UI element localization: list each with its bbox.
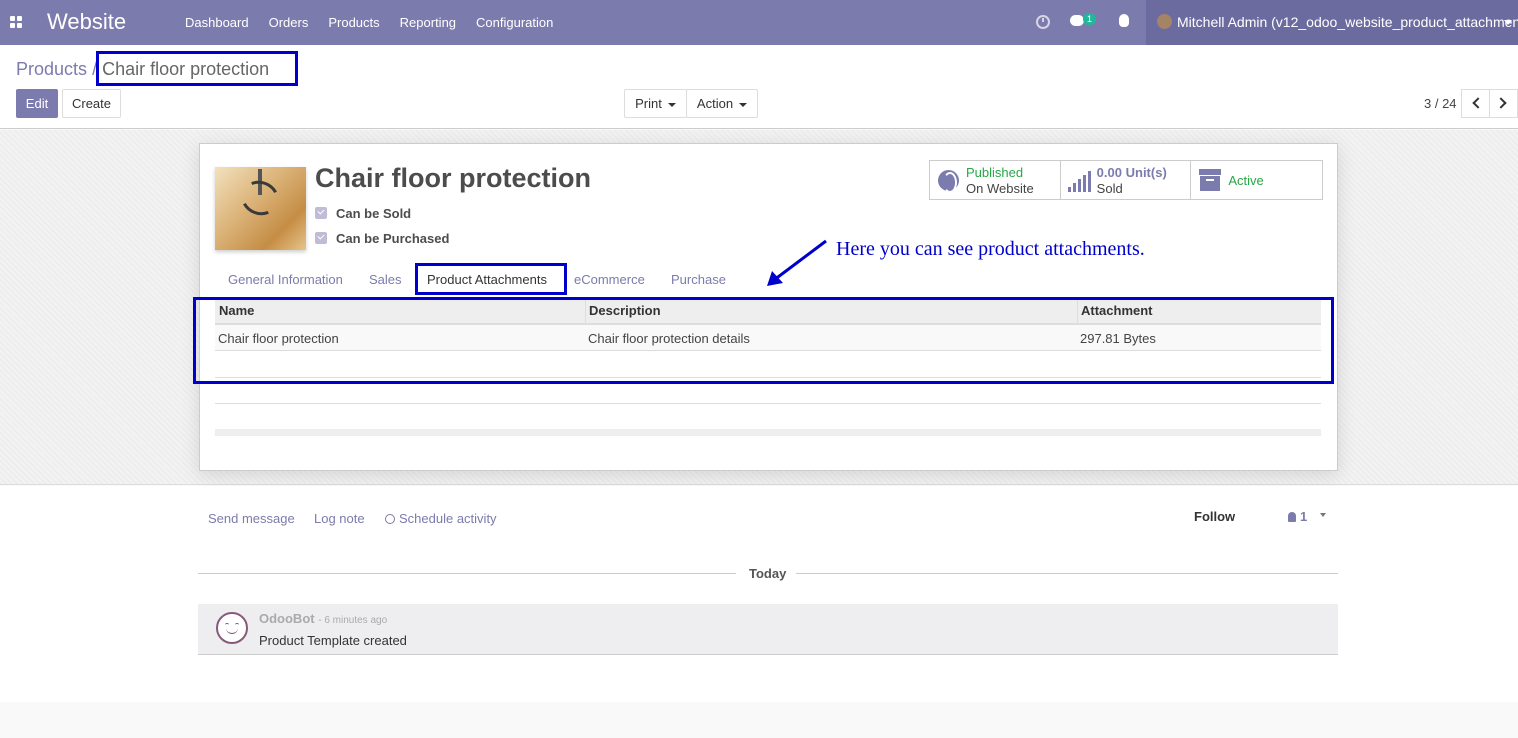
chevron-down-icon: [1504, 20, 1512, 25]
apps-menu-icon[interactable]: [10, 16, 22, 28]
debug-bug-icon[interactable]: [1119, 14, 1129, 27]
chat-badge: 1: [1083, 13, 1097, 25]
tab-purchase[interactable]: Purchase: [671, 272, 726, 287]
menu-item-dashboard[interactable]: Dashboard: [175, 0, 259, 45]
chevron-right-icon: [1495, 97, 1507, 109]
action-label: Action: [696, 96, 734, 111]
divider: [198, 573, 736, 574]
pager-next-button[interactable]: [1489, 89, 1518, 118]
sold-label: Sold: [1096, 181, 1123, 196]
followers-button[interactable]: 1: [1288, 509, 1307, 524]
menu-item-products[interactable]: Products: [318, 0, 389, 45]
annotation-arrow-icon: [767, 239, 827, 286]
user-avatar: [1157, 14, 1172, 29]
user-icon: [1288, 512, 1296, 522]
action-dropdown[interactable]: Action: [686, 89, 758, 118]
active-smart-button[interactable]: Active: [1191, 161, 1322, 199]
odoobot-avatar[interactable]: [216, 612, 248, 644]
checkbox-checked-icon[interactable]: [315, 207, 327, 219]
author-name[interactable]: OdooBot: [259, 611, 315, 626]
signal-bars-icon: [1067, 170, 1092, 192]
activity-clock-icon[interactable]: [1036, 15, 1050, 29]
smart-buttons: Published On Website 0.00 Unit(s) Sold A…: [929, 160, 1323, 200]
published-on-website: On Website: [966, 181, 1034, 196]
checkbox-checked-icon[interactable]: [315, 232, 327, 244]
can-be-purchased-label: Can be Purchased: [336, 231, 450, 246]
product-image[interactable]: [215, 167, 306, 250]
menu-item-orders[interactable]: Orders: [259, 0, 319, 45]
published-smart-button[interactable]: Published On Website: [930, 161, 1061, 199]
chair-base-shape: [236, 175, 284, 221]
print-dropdown[interactable]: Print: [624, 89, 687, 118]
sold-value: 0.00 Unit(s): [1097, 165, 1167, 180]
user-menu[interactable]: Mitchell Admin (v12_odoo_website_product…: [1146, 0, 1518, 45]
tab-general-information[interactable]: General Information: [228, 272, 343, 287]
divider: [215, 403, 1321, 404]
highlight-box-table: [193, 297, 1334, 384]
breadcrumb-products-link[interactable]: Products: [16, 59, 87, 79]
sold-unit: Unit(s): [1125, 165, 1167, 180]
annotation-text: Here you can see product attachments.: [836, 238, 1145, 260]
message-body: Product Template created: [259, 633, 407, 648]
control-panel: Products / Chair floor protection Edit C…: [0, 45, 1518, 129]
pager-value[interactable]: 3 / 24: [1424, 96, 1457, 111]
chatter: Send message Log note Schedule activity …: [0, 486, 1518, 702]
pager-previous-button[interactable]: [1461, 89, 1490, 118]
create-button[interactable]: Create: [62, 89, 121, 118]
chevron-left-icon: [1472, 97, 1484, 109]
follow-button[interactable]: Follow: [1194, 509, 1235, 524]
highlight-box-title: [96, 51, 298, 86]
sold-smart-button[interactable]: 0.00 Unit(s) Sold: [1061, 161, 1192, 199]
main-menu: Dashboard Orders Products Reporting Conf…: [175, 0, 563, 45]
published-status: Published: [966, 165, 1024, 180]
active-label: Active: [1228, 173, 1264, 188]
print-label: Print: [635, 96, 662, 111]
app-brand[interactable]: Website: [47, 9, 126, 35]
message-author: OdooBot - 6 minutes ago: [259, 611, 387, 626]
caret-down-icon[interactable]: [1320, 513, 1326, 517]
edit-button[interactable]: Edit: [16, 89, 58, 118]
can-be-sold-field: Can be Sold: [315, 206, 411, 221]
can-be-purchased-field: Can be Purchased: [315, 231, 449, 246]
tab-sales[interactable]: Sales: [369, 272, 402, 287]
caret-down-icon: [667, 102, 676, 107]
top-navbar: Website Dashboard Orders Products Report…: [0, 0, 1518, 45]
followers-count: 1: [1300, 509, 1308, 524]
menu-item-reporting[interactable]: Reporting: [390, 0, 466, 45]
clock-icon: [385, 514, 395, 524]
messaging-chat-icon[interactable]: [1070, 15, 1084, 26]
menu-item-configuration[interactable]: Configuration: [466, 0, 563, 45]
caret-down-icon: [739, 102, 748, 107]
user-name: Mitchell Admin (v12_odoo_website_product…: [1177, 14, 1518, 30]
date-separator: Today: [749, 566, 787, 581]
globe-icon: [938, 170, 959, 193]
can-be-sold-label: Can be Sold: [336, 206, 412, 221]
archive-icon: [1199, 169, 1222, 191]
schedule-activity-label: Schedule activity: [399, 511, 497, 526]
tab-ecommerce[interactable]: eCommerce: [574, 272, 645, 287]
schedule-activity-button[interactable]: Schedule activity: [385, 511, 497, 526]
product-title: Chair floor protection: [315, 163, 591, 193]
divider: [796, 573, 1338, 574]
highlight-box-tab: [415, 263, 567, 295]
send-message-button[interactable]: Send message: [208, 511, 295, 526]
log-note-button[interactable]: Log note: [314, 511, 365, 526]
chatter-message: OdooBot - 6 minutes ago Product Template…: [198, 604, 1338, 655]
table-footer: [215, 429, 1321, 436]
message-time: - 6 minutes ago: [318, 615, 388, 626]
sold-amount: 0.00: [1096, 165, 1122, 180]
